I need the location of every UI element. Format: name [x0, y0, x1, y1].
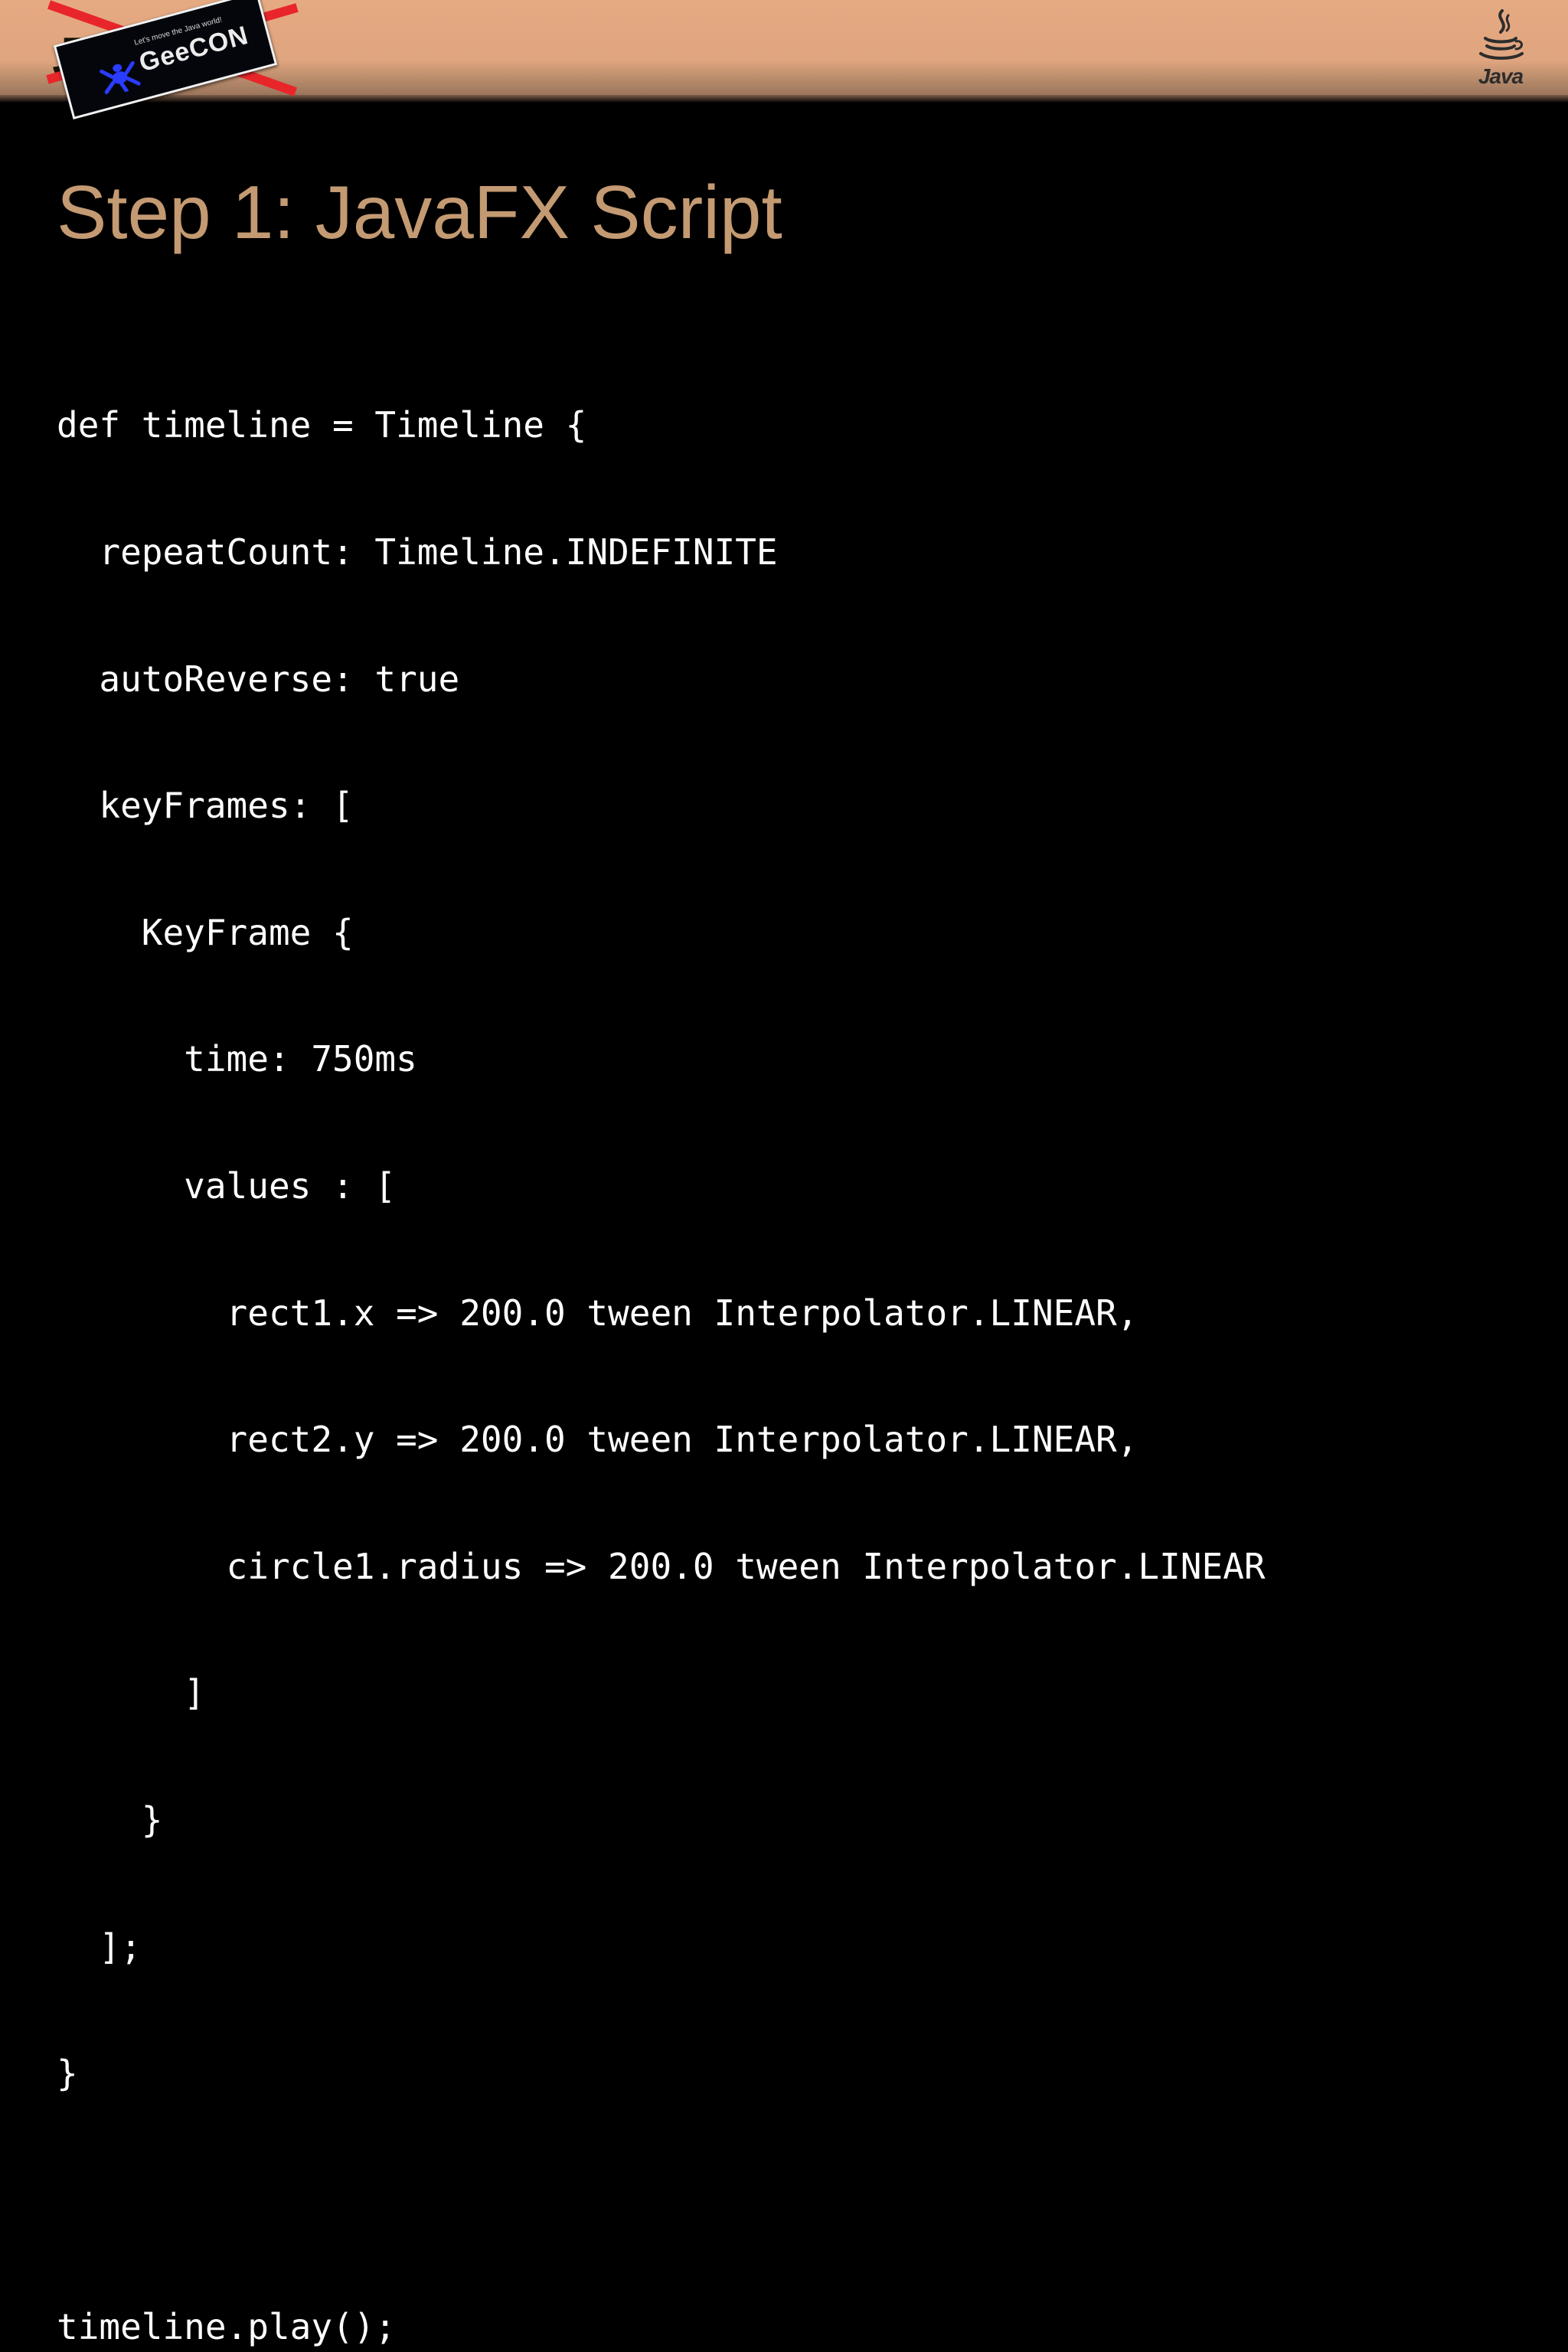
code-line: def timeline = Timeline { — [57, 404, 587, 446]
java-wordmark: Java — [1478, 64, 1524, 88]
code-line: time: 750ms — [57, 1038, 417, 1080]
code-line: circle1.radius => 200.0 tween Interpolat… — [57, 1545, 1266, 1587]
java-logo: Java — [1468, 8, 1533, 93]
java-cup-icon — [1479, 9, 1524, 60]
code-line: ]; — [57, 1926, 142, 1968]
code-block: def timeline = Timeline { repeatCount: T… — [57, 320, 1266, 2352]
gecko-icon — [100, 60, 141, 95]
code-line: repeatCount: Timeline.INDEFINITE — [57, 531, 778, 573]
code-line: timeline.play(); — [57, 2306, 397, 2348]
code-line: KeyFrame { — [57, 911, 354, 953]
code-line: rect2.y => 200.0 tween Interpolator.LINE… — [57, 1419, 1138, 1461]
code-line: } — [57, 2053, 78, 2095]
code-line: autoReverse: true — [57, 658, 460, 700]
conference-logo: Jfokus Let's move the Java world! GeeCON — [44, 0, 305, 120]
code-line: ] — [57, 1672, 205, 1714]
slide-title: Step 1: JavaFX Script — [57, 170, 782, 254]
code-line: } — [57, 1798, 163, 1841]
code-line: rect1.x => 200.0 tween Interpolator.LINE… — [57, 1292, 1138, 1334]
code-line: keyFrames: [ — [57, 785, 354, 827]
code-line: values : [ — [57, 1165, 397, 1207]
